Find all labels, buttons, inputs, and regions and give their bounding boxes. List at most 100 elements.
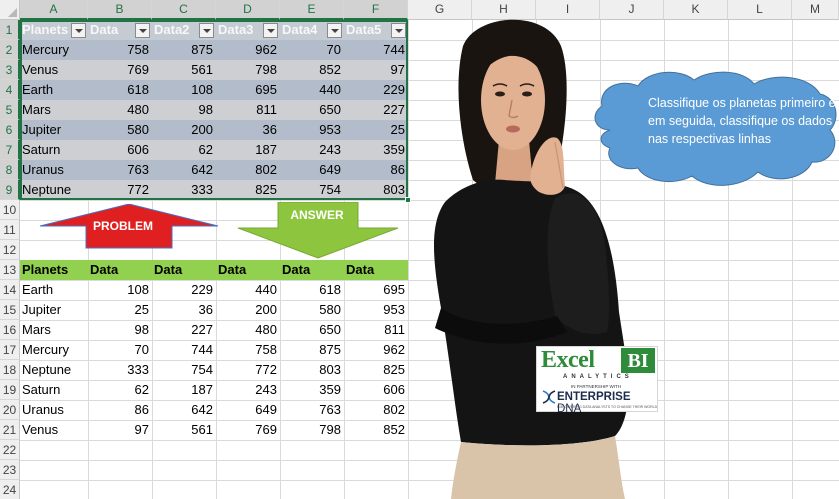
value-cell[interactable]: 744 [152, 340, 216, 360]
value-cell[interactable]: 649 [216, 400, 280, 420]
row-header-14[interactable]: 14 [0, 280, 20, 300]
value-cell[interactable]: 875 [280, 340, 344, 360]
row-header-10[interactable]: 10 [0, 200, 20, 220]
filter-dropdown-icon[interactable] [327, 23, 342, 38]
row-header-5[interactable]: 5 [0, 100, 20, 120]
column-header-m[interactable]: M [792, 0, 839, 20]
value-cell[interactable]: 953 [344, 300, 408, 320]
select-all-corner[interactable] [0, 0, 20, 20]
value-cell[interactable]: 763 [88, 160, 152, 180]
value-cell[interactable]: 695 [344, 280, 408, 300]
column-header-a[interactable]: A [20, 0, 88, 20]
planet-cell[interactable]: Uranus [20, 400, 88, 420]
planet-cell[interactable]: Mars [20, 100, 88, 120]
value-cell[interactable]: 811 [344, 320, 408, 340]
value-cell[interactable]: 606 [344, 380, 408, 400]
column-header-d[interactable]: D [216, 0, 280, 20]
planet-cell[interactable]: Saturn [20, 140, 88, 160]
column-header-b[interactable]: B [88, 0, 152, 20]
value-cell[interactable]: 108 [88, 280, 152, 300]
value-cell[interactable]: 187 [216, 140, 280, 160]
value-cell[interactable]: 642 [152, 400, 216, 420]
value-cell[interactable]: 758 [88, 40, 152, 60]
value-cell[interactable]: 763 [280, 400, 344, 420]
value-cell[interactable]: 70 [280, 40, 344, 60]
value-cell[interactable]: 561 [152, 60, 216, 80]
filter-dropdown-icon[interactable] [135, 23, 150, 38]
value-cell[interactable]: 70 [88, 340, 152, 360]
row-header-15[interactable]: 15 [0, 300, 20, 320]
value-cell[interactable]: 243 [280, 140, 344, 160]
value-cell[interactable]: 86 [344, 160, 408, 180]
planet-cell[interactable]: Mercury [20, 340, 88, 360]
filter-dropdown-icon[interactable] [391, 23, 406, 38]
value-cell[interactable]: 811 [216, 100, 280, 120]
answer-header-data[interactable]: Data [88, 260, 152, 280]
value-cell[interactable]: 769 [88, 60, 152, 80]
value-cell[interactable]: 803 [344, 180, 408, 200]
planet-cell[interactable]: Jupiter [20, 300, 88, 320]
planet-cell[interactable]: Jupiter [20, 120, 88, 140]
answer-header-planets[interactable]: Planets [20, 260, 88, 280]
value-cell[interactable]: 618 [88, 80, 152, 100]
row-header-4[interactable]: 4 [0, 80, 20, 100]
value-cell[interactable]: 852 [280, 60, 344, 80]
value-cell[interactable]: 852 [344, 420, 408, 440]
planet-cell[interactable]: Neptune [20, 180, 88, 200]
value-cell[interactable]: 359 [344, 140, 408, 160]
value-cell[interactable]: 962 [344, 340, 408, 360]
value-cell[interactable]: 62 [152, 140, 216, 160]
column-header-k[interactable]: K [664, 0, 728, 20]
planet-cell[interactable]: Mars [20, 320, 88, 340]
value-cell[interactable]: 772 [216, 360, 280, 380]
value-cell[interactable]: 744 [344, 40, 408, 60]
row-header-24[interactable]: 24 [0, 480, 20, 499]
value-cell[interactable]: 440 [216, 280, 280, 300]
value-cell[interactable]: 98 [88, 320, 152, 340]
value-cell[interactable]: 798 [280, 420, 344, 440]
value-cell[interactable]: 650 [280, 100, 344, 120]
planet-cell[interactable]: Venus [20, 420, 88, 440]
value-cell[interactable]: 187 [152, 380, 216, 400]
value-cell[interactable]: 649 [280, 160, 344, 180]
planet-cell[interactable]: Earth [20, 280, 88, 300]
value-cell[interactable]: 480 [216, 320, 280, 340]
value-cell[interactable]: 227 [152, 320, 216, 340]
row-header-11[interactable]: 11 [0, 220, 20, 240]
value-cell[interactable]: 754 [152, 360, 216, 380]
value-cell[interactable]: 580 [88, 120, 152, 140]
value-cell[interactable]: 618 [280, 280, 344, 300]
row-header-9[interactable]: 9 [0, 180, 20, 200]
filter-dropdown-icon[interactable] [71, 23, 86, 38]
column-header-f[interactable]: F [344, 0, 408, 20]
planet-cell[interactable]: Mercury [20, 40, 88, 60]
value-cell[interactable]: 875 [152, 40, 216, 60]
value-cell[interactable]: 62 [88, 380, 152, 400]
value-cell[interactable]: 229 [152, 280, 216, 300]
row-header-20[interactable]: 20 [0, 400, 20, 420]
value-cell[interactable]: 86 [88, 400, 152, 420]
value-cell[interactable]: 359 [280, 380, 344, 400]
value-cell[interactable]: 227 [344, 100, 408, 120]
value-cell[interactable]: 642 [152, 160, 216, 180]
value-cell[interactable]: 754 [280, 180, 344, 200]
answer-header-data[interactable]: Data [280, 260, 344, 280]
value-cell[interactable]: 802 [344, 400, 408, 420]
value-cell[interactable]: 650 [280, 320, 344, 340]
value-cell[interactable]: 200 [152, 120, 216, 140]
row-header-18[interactable]: 18 [0, 360, 20, 380]
planet-cell[interactable]: Neptune [20, 360, 88, 380]
value-cell[interactable]: 758 [216, 340, 280, 360]
value-cell[interactable]: 243 [216, 380, 280, 400]
row-header-21[interactable]: 21 [0, 420, 20, 440]
value-cell[interactable]: 772 [88, 180, 152, 200]
row-header-7[interactable]: 7 [0, 140, 20, 160]
value-cell[interactable]: 36 [152, 300, 216, 320]
row-header-3[interactable]: 3 [0, 60, 20, 80]
value-cell[interactable]: 25 [88, 300, 152, 320]
value-cell[interactable]: 97 [344, 60, 408, 80]
answer-header-data[interactable]: Data [152, 260, 216, 280]
value-cell[interactable]: 798 [216, 60, 280, 80]
planet-cell[interactable]: Venus [20, 60, 88, 80]
answer-header-data[interactable]: Data [344, 260, 408, 280]
